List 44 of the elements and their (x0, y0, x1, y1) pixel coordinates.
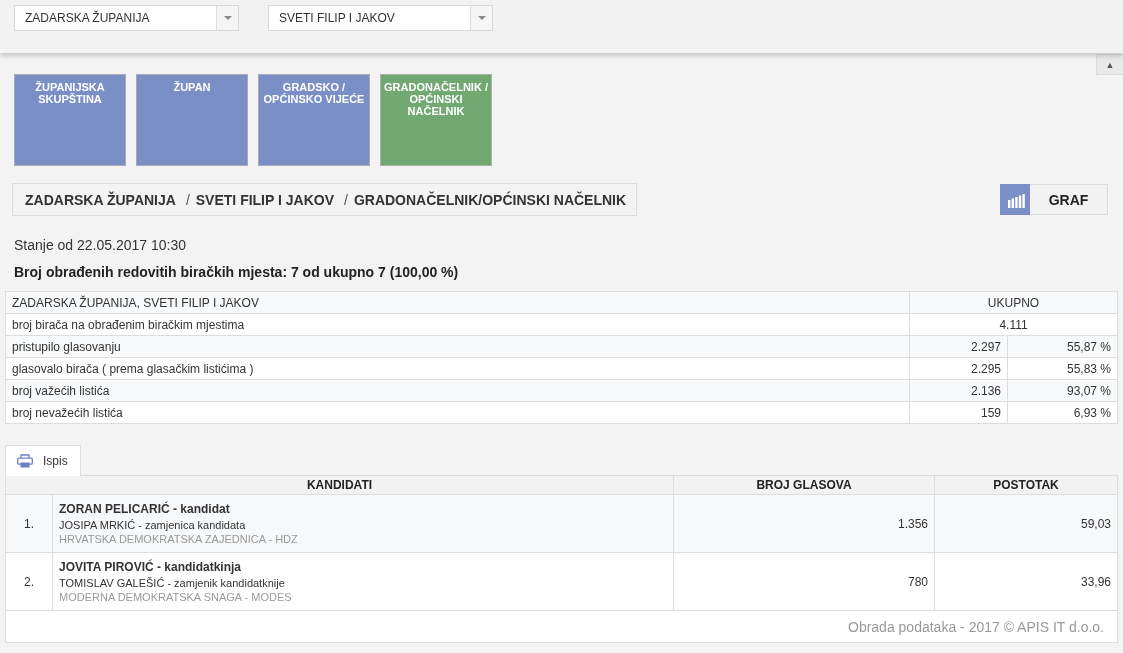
table-cell: 59,03 (934, 494, 1118, 553)
table-cell: 2.295 (909, 357, 1008, 380)
table-cell: broj važećih listića (5, 379, 910, 402)
column-header: BROJ GLASOVA (673, 475, 935, 495)
table-cell: 6,93 % (1007, 401, 1118, 424)
caret-icon (223, 16, 232, 20)
column-header: KANDIDATI (5, 475, 674, 495)
table-header-cell: ZADARSKA ŽUPANIJA, SVETI FILIP I JAKOV (5, 291, 910, 314)
breadcrumb-separator: / (344, 191, 348, 208)
breadcrumb-item[interactable]: SVETI FILIP I JAKOV (195, 191, 334, 208)
breadcrumb-separator: / (185, 191, 190, 208)
table-header-cell: UKUPNO (909, 291, 1118, 314)
table-cell: 33,96 (934, 552, 1118, 611)
party-name: MODERNA DEMOKRATSKA SNAGA - MODES (59, 591, 293, 604)
breadcrumb-item[interactable]: GRADONAČELNIK/OPĆINSKI NAČELNIK (353, 191, 627, 208)
collapse-button[interactable]: ▲ (1096, 54, 1123, 75)
table-cell: 1. (5, 494, 53, 553)
location-dropdown[interactable]: ZADARSKA ŽUPANIJA (14, 5, 239, 31)
processed-summary-text: Broj obrađenih redovitih biračkih mjesta: 7 od ukupno 7 (100,00 %) (13, 264, 460, 281)
table-cell: broj birača na obrađenim biračkim mjestima (5, 313, 910, 336)
table-cell: 780 (673, 552, 935, 611)
location-dropdown[interactable]: SVETI FILIP I JAKOV (268, 5, 493, 31)
candidate-name: ZORAN PELICARIĆ - kandidat (59, 501, 231, 517)
table-cell: 55,83 % (1007, 357, 1118, 380)
candidate-name: JOVITA PIROVIĆ - kandidatkinja (59, 559, 243, 575)
caret-icon (477, 16, 486, 20)
graf-button[interactable]: GRAF (1000, 184, 1108, 215)
table-cell: glasovalo birača ( prema glasačkim listićima ) (5, 357, 910, 380)
party-name: HRVATSKA DEMOKRATSKA ZAJEDNICA - HDZ (59, 533, 299, 546)
bar-chart-icon (1000, 184, 1030, 215)
table-cell: pristupilo glasovanju (5, 335, 910, 358)
table-cell: 1.356 (673, 494, 935, 553)
table-cell: 4.111 (909, 313, 1118, 336)
printer-icon (17, 454, 33, 468)
deputy-name: JOSIPA MRKIĆ - zamjenica kandidata (59, 518, 247, 533)
status-time-text: Stanje od 22.05.2017 10:30 (13, 237, 188, 254)
footer-text: Obrada podataka - 2017 © APIS IT d.o.o. (848, 618, 1104, 635)
column-header: POSTOTAK (934, 475, 1118, 495)
breadcrumb-item[interactable]: ZADARSKA ŽUPANIJA (25, 191, 176, 208)
table-cell: 2. (5, 552, 53, 611)
deputy-name: TOMISLAV GALEŠIĆ - zamjenik kandidatknije (59, 576, 286, 591)
print-tab[interactable]: Ispis (5, 445, 81, 476)
table-cell: broj nevažećih listića (5, 401, 910, 424)
table-cell: 159 (909, 401, 1008, 424)
